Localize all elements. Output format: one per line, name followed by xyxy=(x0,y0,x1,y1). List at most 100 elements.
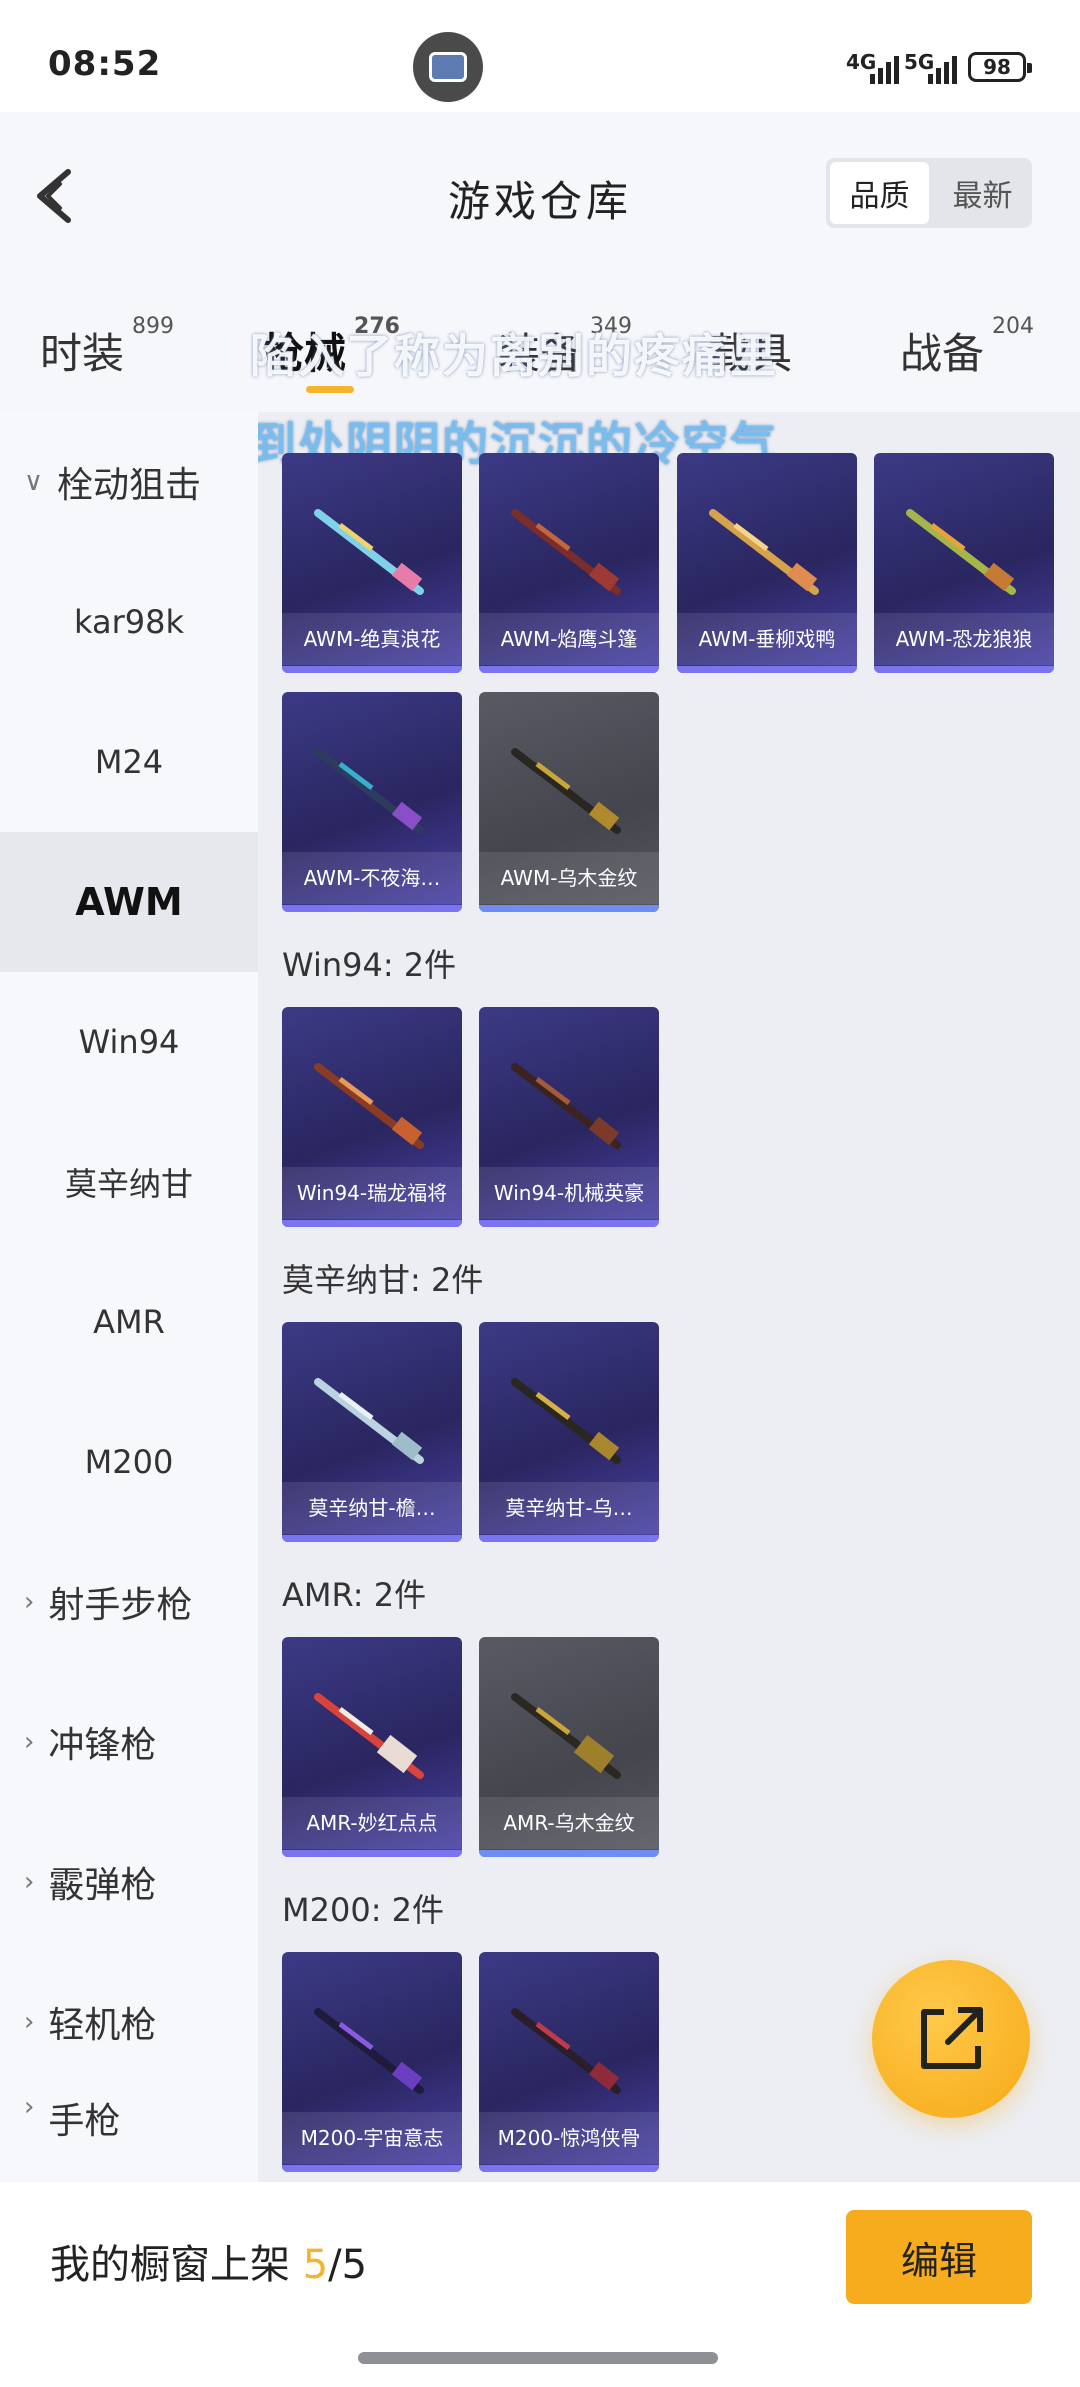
tab-count: 204 xyxy=(992,314,1035,339)
sidebar-category-label: 射手步枪 xyxy=(48,1585,193,1626)
skin-name: AWM-焰鹰斗篷 xyxy=(479,613,659,665)
section-label-m200: M200: 2件 xyxy=(282,1891,445,1929)
rifle-icon xyxy=(511,1693,621,1779)
rifle-icon xyxy=(511,1378,621,1464)
shelf-current-count: 5 xyxy=(302,2242,329,2288)
skin-name: AMR-乌木金纹 xyxy=(479,1797,659,1849)
rarity-bar xyxy=(282,666,462,673)
rarity-bar xyxy=(282,1220,462,1227)
rarity-bar xyxy=(282,2165,462,2172)
lyric-overlay-line1: 陷入了称为离别的疼痛里 xyxy=(250,329,778,383)
chevron-down-icon: ∨ xyxy=(24,467,44,497)
rifle-icon xyxy=(314,1378,424,1464)
sniper-rifle-icon xyxy=(511,2008,621,2094)
share-external-icon xyxy=(921,2007,983,2069)
skin-card[interactable]: M200-宇宙意志 xyxy=(282,1952,462,2172)
sidebar-item-m200[interactable]: M200 xyxy=(0,1392,258,1532)
sidebar-category-pistol[interactable]: › 手枪 xyxy=(0,2092,258,2182)
rarity-bar xyxy=(479,1220,659,1227)
rarity-bar xyxy=(874,666,1054,673)
skin-name: 莫辛纳甘-檐… xyxy=(282,1482,462,1534)
sidebar-item-awm[interactable]: AWM xyxy=(0,832,258,972)
chevron-right-icon: › xyxy=(24,1587,35,1617)
sidebar-item-win94[interactable]: Win94 xyxy=(0,972,258,1112)
battery-icon: 98 xyxy=(968,52,1032,82)
sidebar-item-m24[interactable]: M24 xyxy=(0,692,258,832)
tab-count: 899 xyxy=(132,314,175,339)
skin-name: M200-宇宙意志 xyxy=(282,2112,462,2164)
section-label-win94: Win94: 2件 xyxy=(282,946,457,984)
rarity-bar xyxy=(479,2165,659,2172)
sort-quality-button[interactable]: 品质 xyxy=(830,162,929,224)
section-label-amr: AMR: 2件 xyxy=(282,1576,427,1614)
section-label-mosin: 莫辛纳甘: 2件 xyxy=(282,1261,484,1299)
sort-newest-button[interactable]: 最新 xyxy=(933,158,1032,228)
sniper-rifle-icon xyxy=(511,509,621,595)
sidebar-category-shotgun[interactable]: › 霰弹枪 xyxy=(0,1812,258,1952)
chevron-right-icon: › xyxy=(24,1727,35,1757)
shelf-status: 我的橱窗上架 5/5 xyxy=(50,2232,367,2290)
active-tab-indicator xyxy=(306,386,354,393)
tab-label: 战备 xyxy=(900,329,985,378)
skin-card[interactable]: 莫辛纳甘-乌… xyxy=(479,1322,659,1542)
sidebar-item-kar98k[interactable]: kar98k xyxy=(0,552,258,692)
skin-card[interactable]: Win94-瑞龙福将 xyxy=(282,1007,462,1227)
sidebar-category-bolt-sniper[interactable]: ∨ 栓动狙击 xyxy=(0,412,258,552)
rifle-icon xyxy=(511,1063,621,1149)
skin-card[interactable]: AWM-不夜海… xyxy=(282,692,462,912)
skin-card[interactable]: Win94-机械英豪 xyxy=(479,1007,659,1227)
shelf-total-count: /5 xyxy=(328,2242,368,2288)
rarity-bar xyxy=(479,1850,659,1857)
sidebar-category-marksman[interactable]: › 射手步枪 xyxy=(0,1532,258,1672)
chevron-right-icon: › xyxy=(24,2007,35,2037)
sidebar-category-label: 手枪 xyxy=(48,2101,121,2142)
sidebar: ∨ 栓动狙击 kar98k M24 AWM Win94 莫辛纳甘 AMR M20… xyxy=(0,412,258,2182)
rarity-bar xyxy=(282,1535,462,1542)
sidebar-category-smg[interactable]: › 冲锋枪 xyxy=(0,1672,258,1812)
shelf-label: 我的橱窗上架 xyxy=(50,2242,290,2288)
skin-card[interactable]: AMR-乌木金纹 xyxy=(479,1637,659,1857)
chevron-right-icon: › xyxy=(24,1867,35,1897)
skin-name: AWM-恐龙狼狼 xyxy=(874,613,1054,665)
skin-card[interactable]: 莫辛纳甘-檐… xyxy=(282,1322,462,1542)
sort-toggle: 品质 最新 xyxy=(826,158,1032,228)
sniper-rifle-icon xyxy=(511,748,621,834)
sidebar-item-mosin[interactable]: 莫辛纳甘 xyxy=(0,1112,258,1252)
skin-card[interactable]: AWM-恐龙狼狼 xyxy=(874,453,1054,673)
tab-fashion[interactable]: 时装 899 xyxy=(40,314,174,381)
sidebar-category-label: 冲锋枪 xyxy=(48,1725,157,1766)
skin-name: AWM-垂柳戏鸭 xyxy=(677,613,857,665)
sniper-rifle-icon xyxy=(709,509,819,595)
skin-name: 莫辛纳甘-乌… xyxy=(479,1482,659,1534)
sidebar-category-label: 栓动狙击 xyxy=(57,465,202,506)
home-indicator[interactable] xyxy=(358,2352,718,2364)
skin-card[interactable]: AWM-垂柳戏鸭 xyxy=(677,453,857,673)
rarity-bar xyxy=(677,666,857,673)
skin-card[interactable]: AWM-焰鹰斗篷 xyxy=(479,453,659,673)
status-time: 08:52 xyxy=(48,44,162,84)
rarity-bar xyxy=(479,1535,659,1542)
skin-name: M200-惊鸿侠骨 xyxy=(479,2112,659,2164)
rarity-bar xyxy=(479,905,659,912)
sidebar-item-amr[interactable]: AMR xyxy=(0,1252,258,1392)
sniper-rifle-icon xyxy=(314,509,424,595)
signal-strength-icon xyxy=(870,52,899,84)
tab-supplies[interactable]: 战备 204 xyxy=(900,314,1034,381)
tab-label: 时装 xyxy=(40,329,125,378)
skin-card[interactable]: AWM-乌木金纹 xyxy=(479,692,659,912)
sidebar-category-label: 霰弹枪 xyxy=(48,1865,157,1906)
sidebar-category-lmg[interactable]: › 轻机枪 xyxy=(0,1952,258,2092)
sniper-rifle-icon xyxy=(906,509,1016,595)
edit-button[interactable]: 编辑 xyxy=(846,2210,1032,2304)
sniper-rifle-icon xyxy=(314,2008,424,2094)
skin-name: Win94-瑞龙福将 xyxy=(282,1167,462,1219)
skin-card[interactable]: AWM-绝真浪花 xyxy=(282,453,462,673)
rarity-bar xyxy=(282,1850,462,1857)
sniper-rifle-icon xyxy=(314,748,424,834)
skin-card[interactable]: AMR-妙红点点 xyxy=(282,1637,462,1857)
signal-strength-icon-2 xyxy=(928,52,957,84)
skin-card[interactable]: M200-惊鸿侠骨 xyxy=(479,1952,659,2172)
status-bar: 08:52 4G 5G 98 xyxy=(0,0,1080,112)
share-button[interactable] xyxy=(872,1960,1030,2118)
skin-name: AMR-妙红点点 xyxy=(282,1797,462,1849)
